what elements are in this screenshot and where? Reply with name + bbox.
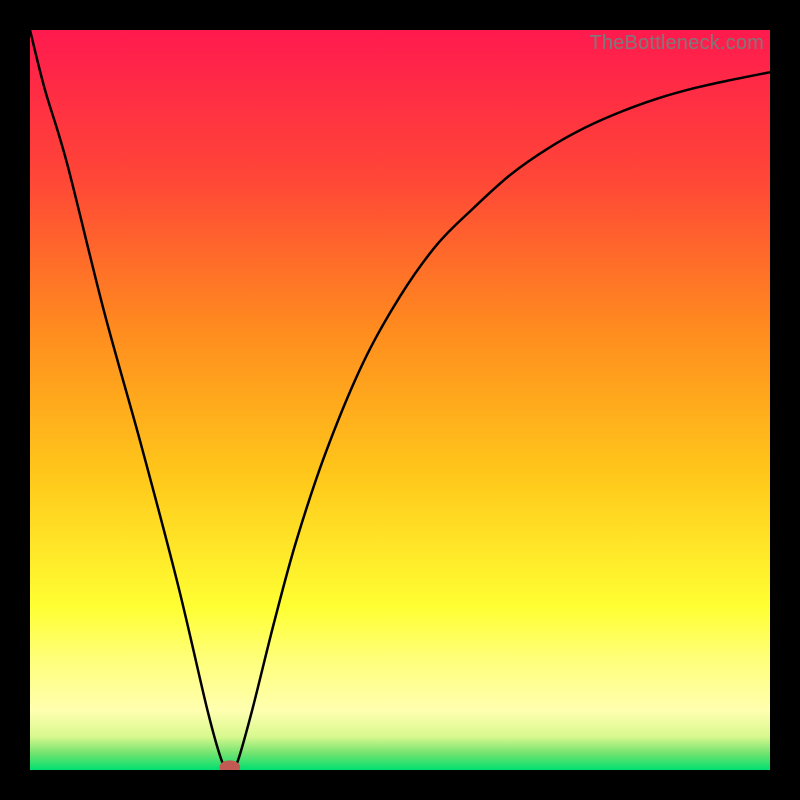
chart-frame: TheBottleneck.com: [0, 0, 800, 800]
attribution-label: TheBottleneck.com: [589, 32, 764, 55]
gradient-background: [30, 30, 770, 770]
bottleneck-chart: [30, 30, 770, 770]
